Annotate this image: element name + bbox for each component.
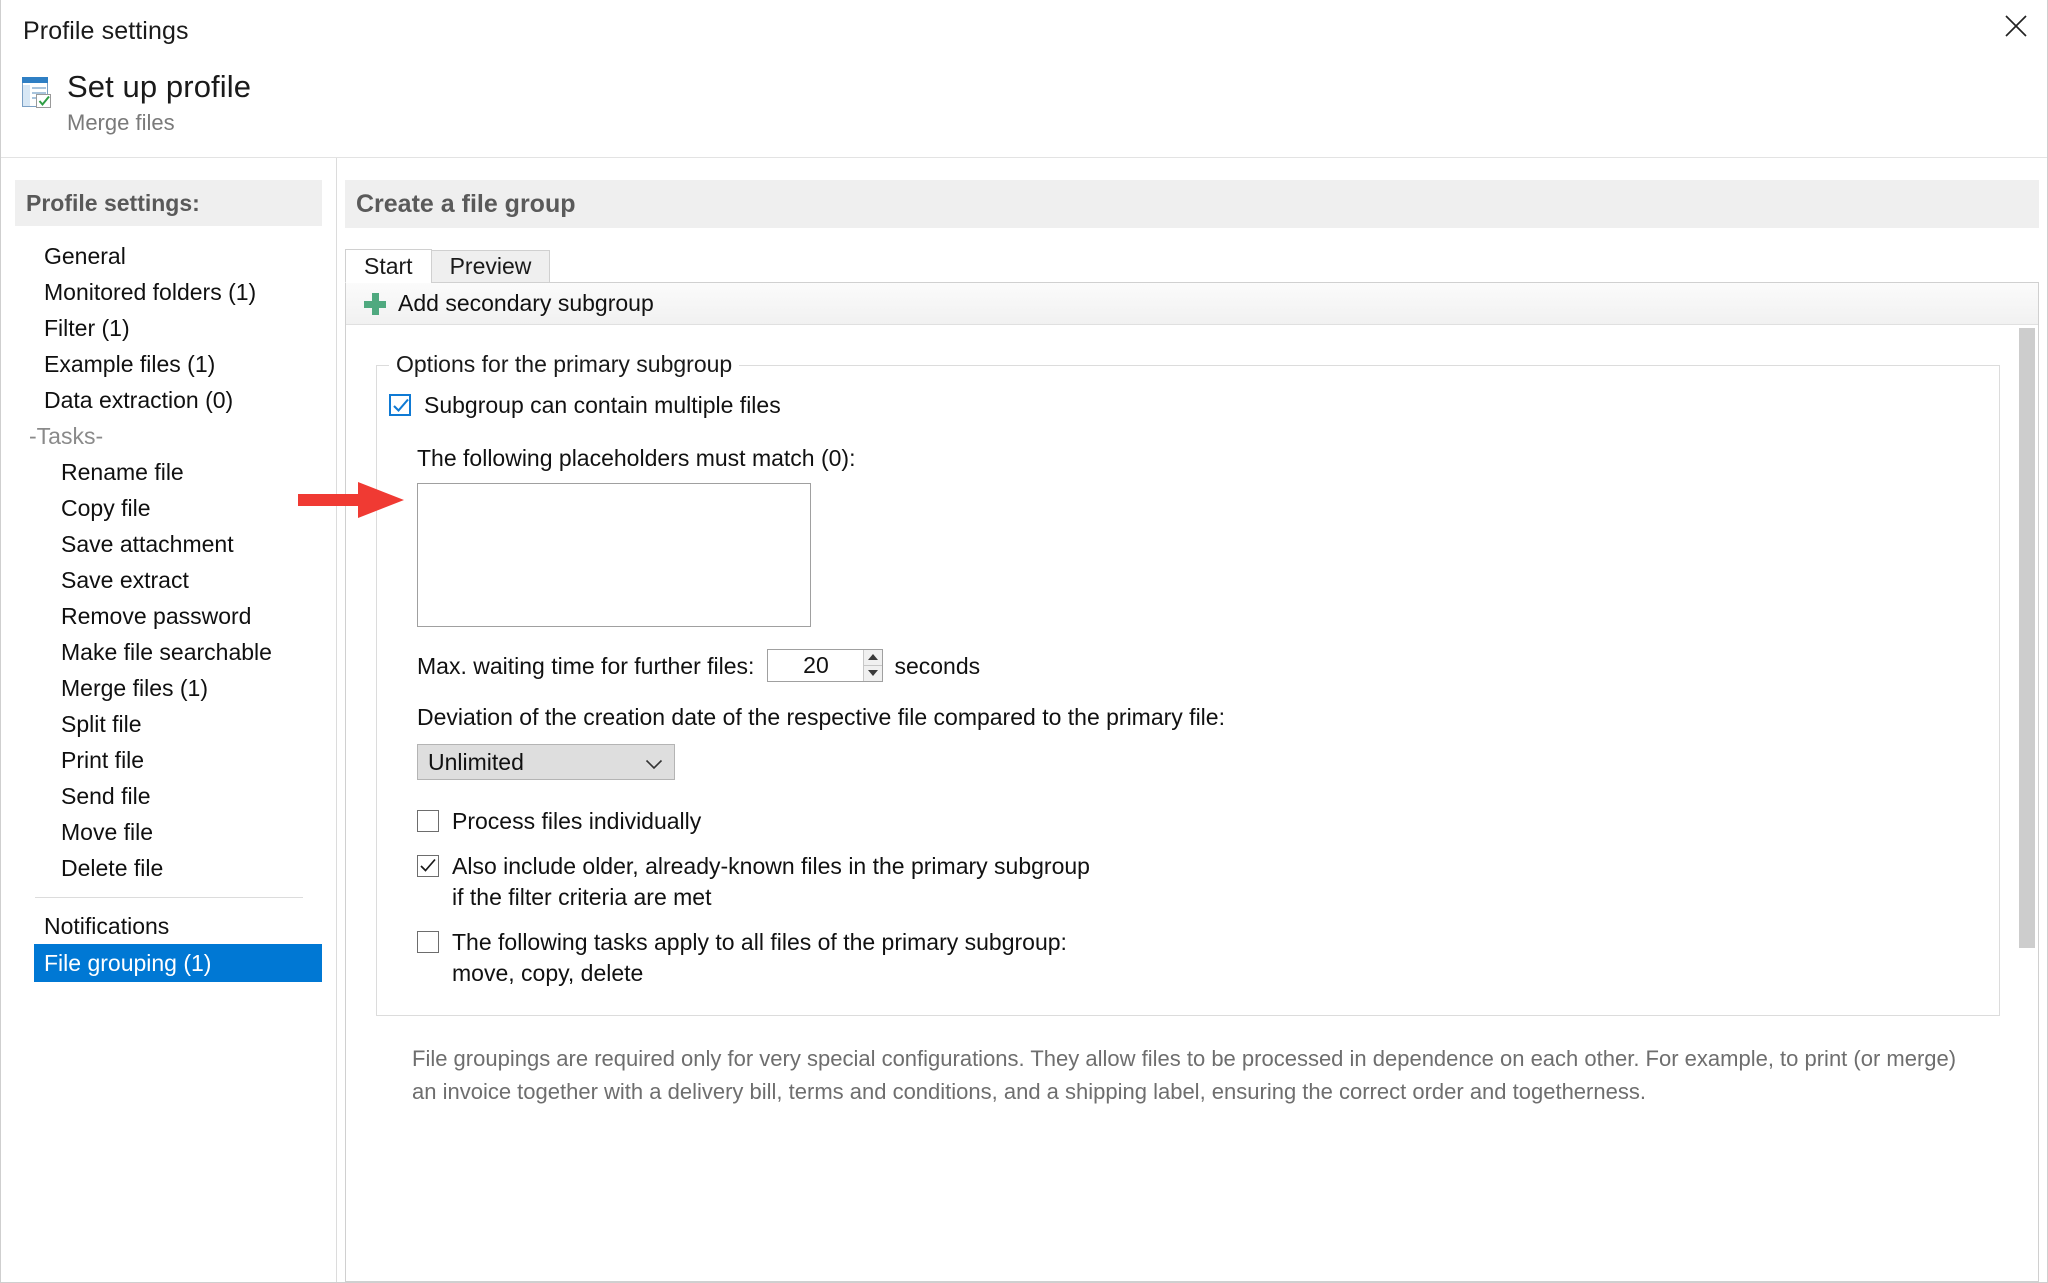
process-files-individually-checkbox[interactable]: [417, 810, 439, 832]
sidebar-item-copy-file[interactable]: Copy file: [1, 490, 336, 526]
tasks-apply-all-files-label-line2: move, copy, delete: [452, 960, 644, 986]
subgroup-multiple-files-row[interactable]: Subgroup can contain multiple files: [389, 390, 1973, 421]
sidebar-separator: [35, 897, 303, 898]
title-bar: Profile settings: [1, 0, 2047, 62]
sidebar-item-data-extraction-0[interactable]: Data extraction (0): [1, 382, 336, 418]
profile-setup-icon: [19, 76, 53, 110]
primary-subgroup-options-legend: Options for the primary subgroup: [389, 351, 740, 378]
tasks-apply-all-files-label: The following tasks apply to all files o…: [452, 929, 1067, 955]
panel-scroll-area: Options for the primary subgroup Subgrou…: [346, 325, 2038, 1281]
max-wait-row: Max. waiting time for further files: 20: [417, 649, 1973, 682]
sidebar-item-move-file[interactable]: Move file: [1, 814, 336, 850]
profile-settings-window: Profile settings Set up profile Merge fi…: [0, 0, 2048, 1283]
sidebar-item-save-attachment[interactable]: Save attachment: [1, 526, 336, 562]
sidebar-item-remove-password[interactable]: Remove password: [1, 598, 336, 634]
main-panel: Create a file group Start Preview Add se…: [337, 158, 2047, 1282]
page-title: Set up profile: [67, 69, 252, 104]
deviation-select[interactable]: Unlimited: [417, 744, 675, 780]
sidebar-item-file-grouping-1[interactable]: File grouping (1): [34, 944, 322, 982]
sidebar-item-rename-file[interactable]: Rename file: [1, 454, 336, 490]
close-icon[interactable]: [1985, 0, 2047, 52]
include-older-files-label: Also include older, already-known files …: [452, 853, 1090, 879]
sidebar-item-delete-file[interactable]: Delete file: [1, 850, 336, 886]
add-secondary-subgroup-button[interactable]: Add secondary subgroup: [356, 287, 662, 321]
tasks-apply-all-files-checkbox[interactable]: [417, 931, 439, 953]
max-wait-value[interactable]: 20: [768, 650, 863, 681]
sidebar-item-send-file[interactable]: Send file: [1, 778, 336, 814]
sidebar-item-monitored-folders-1[interactable]: Monitored folders (1): [1, 274, 336, 310]
max-wait-unit: seconds: [894, 652, 981, 679]
max-wait-stepper[interactable]: 20: [767, 649, 884, 682]
subgroup-multiple-files-checkbox[interactable]: [389, 394, 411, 416]
sidebar-item-example-files-1[interactable]: Example files (1): [1, 346, 336, 382]
panel-toolbar: Add secondary subgroup: [346, 283, 2038, 325]
max-wait-spin-arrows: [863, 650, 883, 682]
tab-strip: Start Preview: [345, 249, 2047, 283]
placeholders-block: The following placeholders must match (0…: [417, 443, 1973, 989]
deviation-label: Deviation of the creation date of the re…: [417, 704, 1225, 730]
sidebar-item-make-file-searchable[interactable]: Make file searchable: [1, 634, 336, 670]
page-header: Set up profile Merge files: [1, 62, 2047, 158]
main-panel-title: Create a file group: [345, 180, 2039, 228]
sidebar-heading: Profile settings:: [15, 180, 322, 226]
plus-icon: [364, 292, 386, 315]
sidebar-item-filter-1[interactable]: Filter (1): [1, 310, 336, 346]
spin-down-icon[interactable]: [864, 666, 882, 682]
extra-options-block: Process files individually Also include …: [417, 806, 1973, 989]
sidebar-item-print-file[interactable]: Print file: [1, 742, 336, 778]
tasks-apply-all-files-row[interactable]: The following tasks apply to all files o…: [417, 927, 1973, 989]
include-older-files-row[interactable]: Also include older, already-known files …: [417, 851, 1973, 913]
window-body: Profile settings: General Monitored folde…: [1, 158, 2047, 1282]
placeholders-label: The following placeholders must match (0…: [417, 445, 856, 471]
chevron-down-icon: [645, 749, 663, 776]
include-older-files-checkbox[interactable]: [417, 855, 439, 877]
window-title: Profile settings: [23, 16, 189, 45]
sidebar-section-tasks: -Tasks-: [29, 422, 104, 449]
tab-preview[interactable]: Preview: [430, 250, 551, 283]
sidebar-item-general[interactable]: General: [1, 238, 336, 274]
tab-panel-start: Add secondary subgroup Options for the p…: [345, 282, 2039, 1282]
panel-scrollbar-thumb[interactable]: [2019, 328, 2035, 948]
page-subtitle: Merge files: [67, 110, 175, 135]
deviation-block: Deviation of the creation date of the re…: [417, 702, 1973, 780]
include-older-files-label-line2: if the filter criteria are met: [452, 884, 712, 910]
subgroup-multiple-files-label: Subgroup can contain multiple files: [424, 392, 781, 418]
sidebar-item-split-file[interactable]: Split file: [1, 706, 336, 742]
max-wait-label: Max. waiting time for further files:: [417, 652, 755, 679]
deviation-selected-value: Unlimited: [428, 748, 524, 775]
process-files-individually-row[interactable]: Process files individually: [417, 806, 1973, 837]
file-grouping-description: File groupings are required only for ver…: [412, 1046, 1957, 1104]
spin-up-icon[interactable]: [864, 650, 883, 666]
sidebar-nav: General Monitored folders (1) Filter (1) Ex…: [1, 238, 336, 982]
process-files-individually-label: Process files individually: [452, 808, 702, 834]
placeholders-input[interactable]: [417, 483, 811, 627]
tab-start[interactable]: Start: [345, 249, 432, 283]
sidebar: Profile settings: General Monitored folde…: [1, 158, 337, 1282]
primary-subgroup-options-group: Options for the primary subgroup Subgrou…: [376, 351, 2000, 1016]
sidebar-item-save-extract[interactable]: Save extract: [1, 562, 336, 598]
sidebar-item-merge-files-1[interactable]: Merge files (1): [1, 670, 336, 706]
sidebar-item-notifications[interactable]: Notifications: [1, 908, 336, 944]
add-secondary-subgroup-label: Add secondary subgroup: [398, 290, 654, 316]
panel-scrollbar[interactable]: [2017, 326, 2037, 1280]
